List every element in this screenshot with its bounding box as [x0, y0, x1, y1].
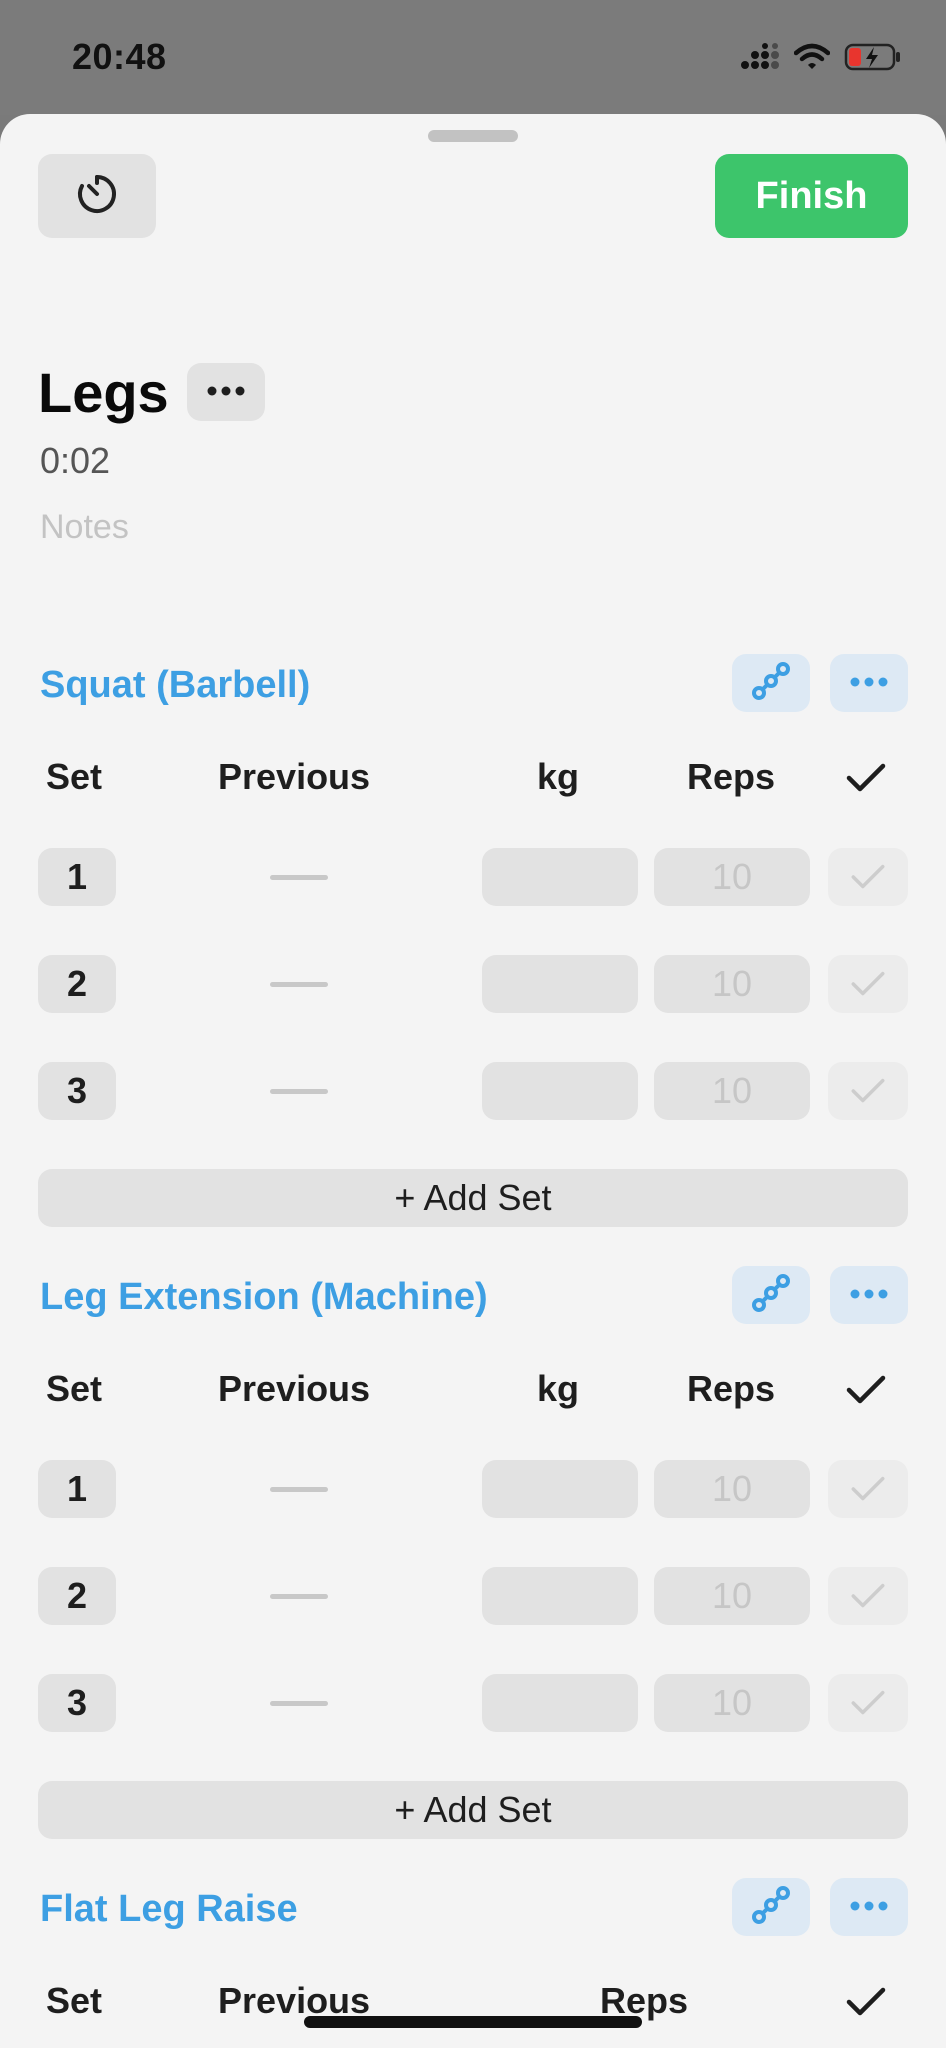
column-header-kg: kg	[537, 756, 580, 797]
reps-input[interactable]: 10	[654, 1062, 810, 1120]
set-row: 1 10	[0, 1460, 946, 1518]
wifi-icon	[793, 43, 831, 76]
complete-set-button[interactable]	[828, 955, 908, 1013]
reps-input[interactable]: 10	[654, 955, 810, 1013]
reps-input[interactable]: 10	[654, 1460, 810, 1518]
exercise-more-button[interactable]	[830, 654, 908, 712]
complete-set-button[interactable]	[828, 848, 908, 906]
more-icon	[849, 1898, 889, 1916]
status-bar: 20:48	[0, 0, 946, 115]
set-number[interactable]: 3	[38, 1674, 116, 1732]
link-icon	[751, 1885, 791, 1930]
previous-dash	[270, 875, 328, 880]
set-number[interactable]: 2	[38, 955, 116, 1013]
set-row: 2 10	[0, 955, 946, 1013]
complete-set-button[interactable]	[828, 1460, 908, 1518]
kg-input[interactable]	[482, 1062, 638, 1120]
column-header-kg: kg	[537, 1368, 580, 1409]
notes-field[interactable]: Notes	[40, 508, 129, 547]
workout-sheet: Finish Legs 0:02 Notes Squat (Barbell) S…	[0, 114, 946, 2048]
superset-button[interactable]	[732, 1878, 810, 1936]
column-header-set: Set	[46, 756, 103, 797]
add-set-button[interactable]: + Add Set	[38, 1781, 908, 1839]
set-row: 2 10	[0, 1567, 946, 1625]
exercise-name[interactable]: Flat Leg Raise	[40, 1888, 298, 1931]
previous-dash	[270, 1594, 328, 1599]
rest-timer-button[interactable]	[38, 154, 156, 238]
kg-input[interactable]	[482, 955, 638, 1013]
link-icon	[751, 661, 791, 706]
column-header-reps: Reps	[687, 756, 776, 797]
complete-set-button[interactable]	[828, 1674, 908, 1732]
more-icon	[849, 674, 889, 692]
battery-charging-icon	[844, 42, 902, 77]
column-header-set: Set	[46, 1368, 103, 1409]
workout-more-button[interactable]	[187, 363, 265, 421]
checkmark-icon	[846, 760, 886, 802]
cellular-icon	[740, 43, 780, 76]
more-icon	[849, 1286, 889, 1304]
sheet-grabber[interactable]	[428, 130, 518, 142]
column-header-previous: Previous	[218, 1368, 371, 1409]
reps-input[interactable]: 10	[654, 848, 810, 906]
exercise-name[interactable]: Leg Extension (Machine)	[40, 1276, 488, 1319]
elapsed-time: 0:02	[40, 440, 111, 481]
stopwatch-icon	[74, 171, 120, 222]
exercise-name[interactable]: Squat (Barbell)	[40, 664, 310, 707]
exercise-more-button[interactable]	[830, 1878, 908, 1936]
more-icon	[206, 383, 246, 401]
complete-set-button[interactable]	[828, 1062, 908, 1120]
previous-dash	[270, 1487, 328, 1492]
reps-input[interactable]: 10	[654, 1567, 810, 1625]
add-set-button[interactable]: + Add Set	[38, 1169, 908, 1227]
reps-input[interactable]: 10	[654, 1674, 810, 1732]
previous-dash	[270, 1089, 328, 1094]
set-row: 3 10	[0, 1674, 946, 1732]
column-header-set: Set	[46, 1980, 103, 2021]
home-indicator	[304, 2016, 642, 2028]
workout-title[interactable]: Legs	[38, 360, 169, 425]
set-number[interactable]: 1	[38, 1460, 116, 1518]
kg-input[interactable]	[482, 1460, 638, 1518]
set-row: 1 10	[0, 848, 946, 906]
link-icon	[751, 1273, 791, 1318]
column-header-previous: Previous	[218, 756, 371, 797]
kg-input[interactable]	[482, 1567, 638, 1625]
kg-input[interactable]	[482, 1674, 638, 1732]
set-number[interactable]: 3	[38, 1062, 116, 1120]
kg-input[interactable]	[482, 848, 638, 906]
complete-set-button[interactable]	[828, 1567, 908, 1625]
checkmark-icon	[846, 1372, 886, 1414]
superset-button[interactable]	[732, 1266, 810, 1324]
previous-dash	[270, 982, 328, 987]
finish-button[interactable]: Finish	[715, 154, 908, 238]
set-number[interactable]: 2	[38, 1567, 116, 1625]
checkmark-icon	[846, 1984, 886, 2026]
status-icons	[740, 42, 902, 77]
exercise-more-button[interactable]	[830, 1266, 908, 1324]
set-number[interactable]: 1	[38, 848, 116, 906]
status-time: 20:48	[72, 36, 167, 77]
superset-button[interactable]	[732, 654, 810, 712]
previous-dash	[270, 1701, 328, 1706]
column-header-reps: Reps	[687, 1368, 776, 1409]
set-row: 3 10	[0, 1062, 946, 1120]
